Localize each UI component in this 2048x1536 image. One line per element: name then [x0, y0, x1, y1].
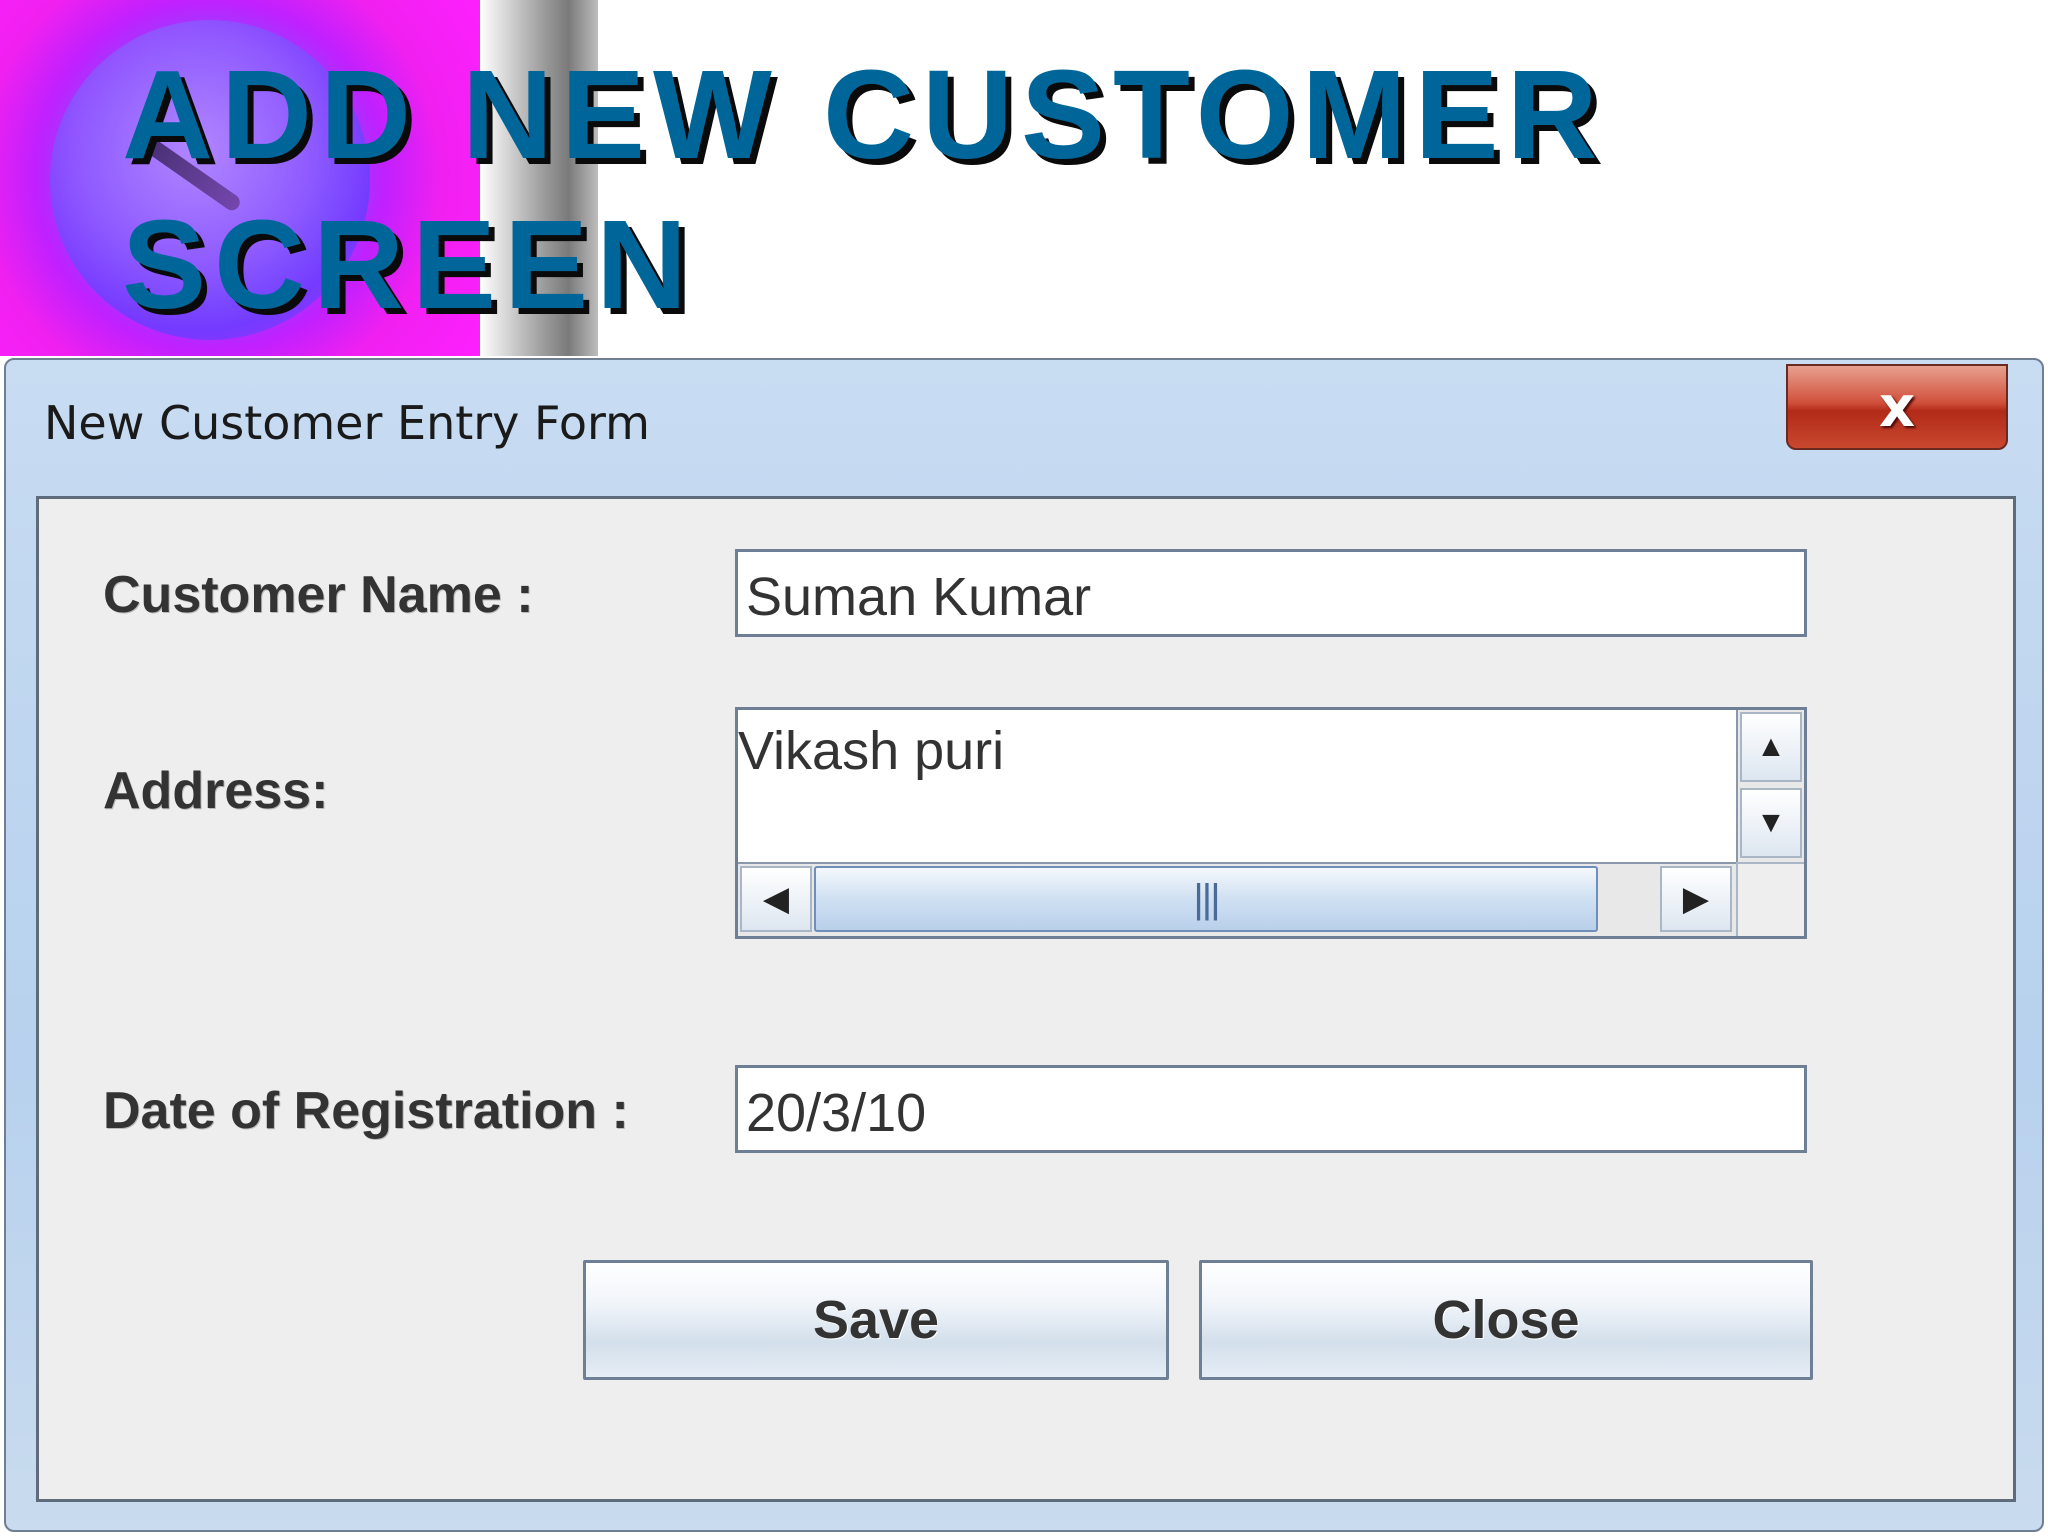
customer-entry-dialog: New Customer Entry Form x Customer Name … [4, 358, 2044, 1532]
window-title: New Customer Entry Form [44, 396, 650, 450]
customer-name-input[interactable]: Suman Kumar [735, 549, 1807, 637]
horizontal-scroll-thumb[interactable]: ||| [814, 866, 1598, 932]
address-textarea[interactable]: Vikash puri [738, 710, 1736, 862]
registration-date-input[interactable]: 20/3/10 [735, 1065, 1807, 1153]
address-textarea-container: Vikash puri ▲ ▼ ◀ ||| ▶ [735, 707, 1807, 939]
scroll-right-button[interactable]: ▶ [1660, 866, 1732, 932]
scrollbar-corner [1736, 862, 1804, 936]
arrow-up-icon: ▲ [1756, 730, 1786, 763]
scroll-left-button[interactable]: ◀ [740, 866, 812, 932]
address-vertical-scrollbar[interactable]: ▲ ▼ [1736, 710, 1804, 862]
close-button[interactable]: Close [1199, 1260, 1813, 1380]
save-button[interactable]: Save [583, 1260, 1169, 1380]
arrow-down-icon: ▼ [1756, 806, 1786, 839]
address-horizontal-scrollbar[interactable]: ◀ ||| ▶ [738, 862, 1736, 936]
address-label: Address: [103, 762, 329, 820]
title-bar[interactable]: New Customer Entry Form x [6, 360, 2042, 490]
arrow-left-icon: ◀ [762, 880, 790, 918]
slide-title: ADD NEW CUSTOMER SCREEN [122, 44, 1606, 335]
scroll-up-button[interactable]: ▲ [1740, 712, 1802, 782]
close-icon: x [1878, 374, 1916, 440]
grip-icon: ||| [1193, 876, 1220, 921]
window-close-button[interactable]: x [1786, 364, 2008, 450]
scroll-down-button[interactable]: ▼ [1740, 788, 1802, 858]
customer-name-label: Customer Name : [103, 566, 534, 624]
registration-date-label: Date of Registration : [103, 1082, 629, 1140]
arrow-right-icon: ▶ [1682, 880, 1710, 918]
form-panel: Customer Name : Suman Kumar Address: Vik… [36, 496, 2016, 1502]
